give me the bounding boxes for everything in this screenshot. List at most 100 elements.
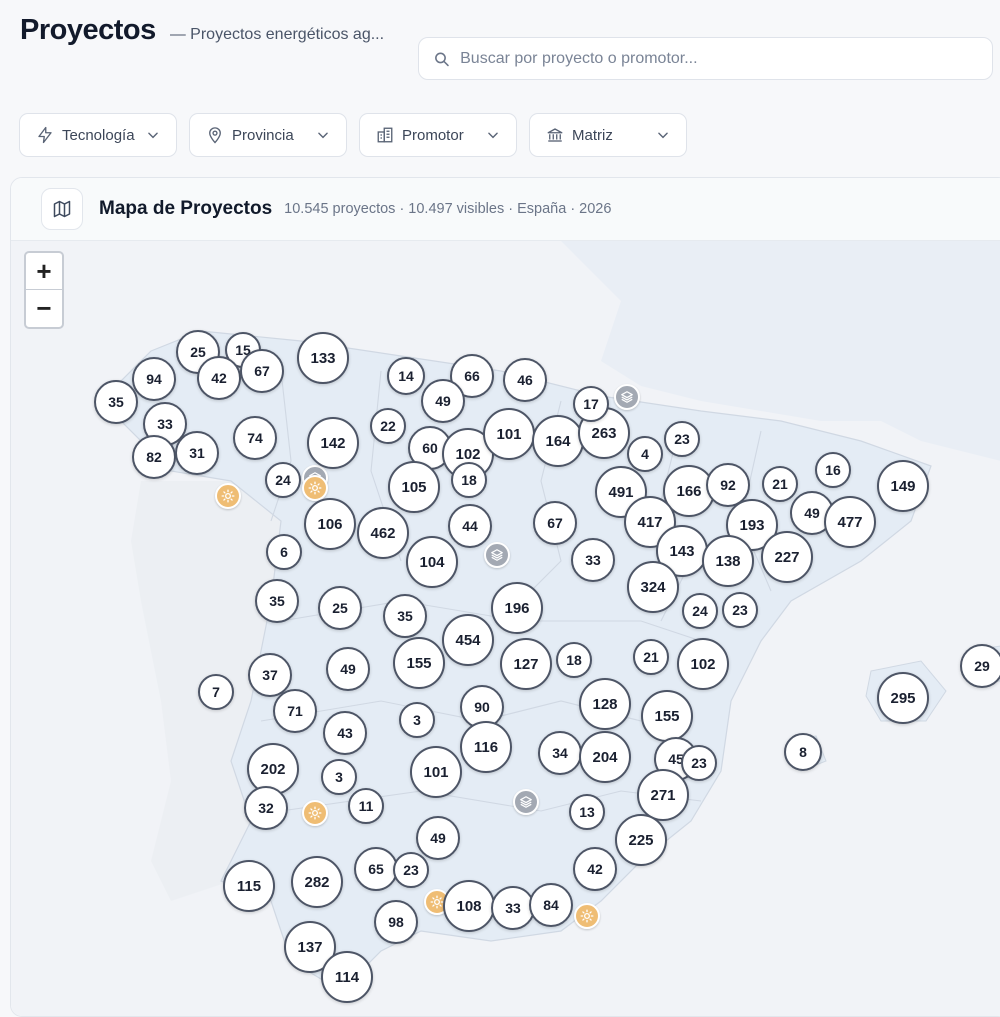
project-cluster[interactable]: 462 (357, 507, 409, 559)
layered-project-marker[interactable] (484, 542, 510, 568)
project-cluster[interactable]: 196 (491, 582, 543, 634)
project-cluster[interactable]: 18 (556, 642, 592, 678)
project-cluster[interactable]: 4 (627, 436, 663, 472)
project-cluster[interactable]: 24 (682, 593, 718, 629)
project-cluster[interactable]: 98 (374, 900, 418, 944)
zoom-in-button[interactable]: + (26, 253, 62, 290)
project-cluster[interactable]: 127 (500, 638, 552, 690)
project-cluster[interactable]: 21 (633, 639, 669, 675)
layered-project-marker[interactable] (513, 789, 539, 815)
project-cluster[interactable]: 3 (399, 702, 435, 738)
project-cluster[interactable]: 74 (233, 416, 277, 460)
project-cluster[interactable]: 128 (579, 678, 631, 730)
layered-project-marker[interactable] (614, 384, 640, 410)
project-cluster[interactable]: 104 (406, 536, 458, 588)
project-cluster[interactable]: 149 (877, 460, 929, 512)
project-cluster[interactable]: 43 (323, 711, 367, 755)
project-cluster[interactable]: 454 (442, 614, 494, 666)
project-cluster[interactable]: 227 (761, 531, 813, 583)
project-cluster[interactable]: 21 (762, 466, 798, 502)
project-cluster[interactable]: 295 (877, 672, 929, 724)
project-cluster[interactable]: 133 (297, 332, 349, 384)
project-cluster[interactable]: 49 (416, 816, 460, 860)
project-cluster[interactable]: 7 (198, 674, 234, 710)
project-cluster[interactable]: 114 (321, 951, 373, 1003)
project-cluster[interactable]: 17 (573, 386, 609, 422)
project-cluster[interactable]: 105 (388, 461, 440, 513)
project-cluster[interactable]: 31 (175, 431, 219, 475)
project-cluster[interactable]: 23 (681, 745, 717, 781)
filter-label: Matriz (572, 126, 613, 144)
project-cluster[interactable]: 42 (197, 356, 241, 400)
project-cluster[interactable]: 101 (410, 746, 462, 798)
project-cluster[interactable]: 324 (627, 561, 679, 613)
project-cluster[interactable]: 204 (579, 731, 631, 783)
project-cluster[interactable]: 29 (960, 644, 1000, 688)
project-cluster[interactable]: 138 (702, 535, 754, 587)
project-cluster[interactable]: 22 (370, 408, 406, 444)
map-card: Mapa de Proyectos 10.545 proyectos · 10.… (10, 177, 1000, 1017)
project-cluster[interactable]: 71 (273, 689, 317, 733)
project-cluster[interactable]: 84 (529, 883, 573, 927)
solar-project-marker[interactable] (302, 800, 328, 826)
project-cluster[interactable]: 34 (538, 731, 582, 775)
project-cluster[interactable]: 49 (421, 379, 465, 423)
project-cluster[interactable]: 164 (532, 415, 584, 467)
project-cluster[interactable]: 477 (824, 496, 876, 548)
project-cluster[interactable]: 115 (223, 860, 275, 912)
project-cluster[interactable]: 13 (569, 794, 605, 830)
map-canvas[interactable]: + − 25 15 94 42 67 133 35 33 14 66 46 49 22 74 142 60 10… (11, 241, 1000, 1016)
filter-provincia[interactable]: Provincia (189, 113, 347, 157)
project-cluster[interactable]: 44 (448, 504, 492, 548)
project-cluster[interactable]: 25 (318, 586, 362, 630)
sun-icon (580, 909, 594, 923)
project-cluster[interactable]: 35 (255, 579, 299, 623)
project-cluster[interactable]: 94 (132, 357, 176, 401)
project-cluster[interactable]: 23 (722, 592, 758, 628)
project-cluster[interactable]: 23 (664, 421, 700, 457)
solar-project-marker[interactable] (215, 483, 241, 509)
project-cluster[interactable]: 271 (637, 769, 689, 821)
filter-tecnologia[interactable]: Tecnología (19, 113, 177, 157)
project-cluster[interactable]: 23 (393, 852, 429, 888)
project-cluster[interactable]: 3 (321, 759, 357, 795)
project-cluster[interactable]: 108 (443, 880, 495, 932)
zoom-control: + − (24, 251, 64, 329)
solar-project-marker[interactable] (302, 475, 328, 501)
search-box[interactable] (418, 37, 993, 80)
project-cluster[interactable]: 14 (387, 357, 425, 395)
project-cluster[interactable]: 33 (571, 538, 615, 582)
filter-matriz[interactable]: Matriz (529, 113, 687, 157)
project-cluster[interactable]: 282 (291, 856, 343, 908)
project-cluster[interactable]: 6 (266, 534, 302, 570)
project-cluster[interactable]: 101 (483, 408, 535, 460)
project-cluster[interactable]: 65 (354, 847, 398, 891)
project-cluster[interactable]: 67 (240, 349, 284, 393)
search-input[interactable] (460, 49, 992, 68)
project-cluster[interactable]: 35 (383, 594, 427, 638)
project-cluster[interactable]: 8 (784, 733, 822, 771)
project-cluster[interactable]: 42 (573, 847, 617, 891)
project-cluster[interactable]: 82 (132, 435, 176, 479)
chevron-down-icon (658, 132, 668, 139)
project-cluster[interactable]: 155 (641, 690, 693, 742)
project-cluster[interactable]: 18 (451, 462, 487, 498)
project-cluster[interactable]: 155 (393, 637, 445, 689)
project-cluster[interactable]: 106 (304, 498, 356, 550)
project-cluster[interactable]: 16 (815, 452, 851, 488)
project-cluster[interactable]: 142 (307, 417, 359, 469)
project-cluster[interactable]: 46 (503, 358, 547, 402)
project-cluster[interactable]: 225 (615, 814, 667, 866)
project-cluster[interactable]: 102 (677, 638, 729, 690)
project-cluster[interactable]: 35 (94, 380, 138, 424)
project-cluster[interactable]: 32 (244, 786, 288, 830)
chevron-down-icon (148, 132, 158, 139)
project-cluster[interactable]: 11 (348, 788, 384, 824)
project-cluster[interactable]: 24 (265, 462, 301, 498)
project-cluster[interactable]: 116 (460, 721, 512, 773)
zoom-out-button[interactable]: − (26, 290, 62, 327)
project-cluster[interactable]: 67 (533, 501, 577, 545)
filter-promotor[interactable]: Promotor (359, 113, 517, 157)
project-cluster[interactable]: 49 (326, 647, 370, 691)
solar-project-marker[interactable] (574, 903, 600, 929)
